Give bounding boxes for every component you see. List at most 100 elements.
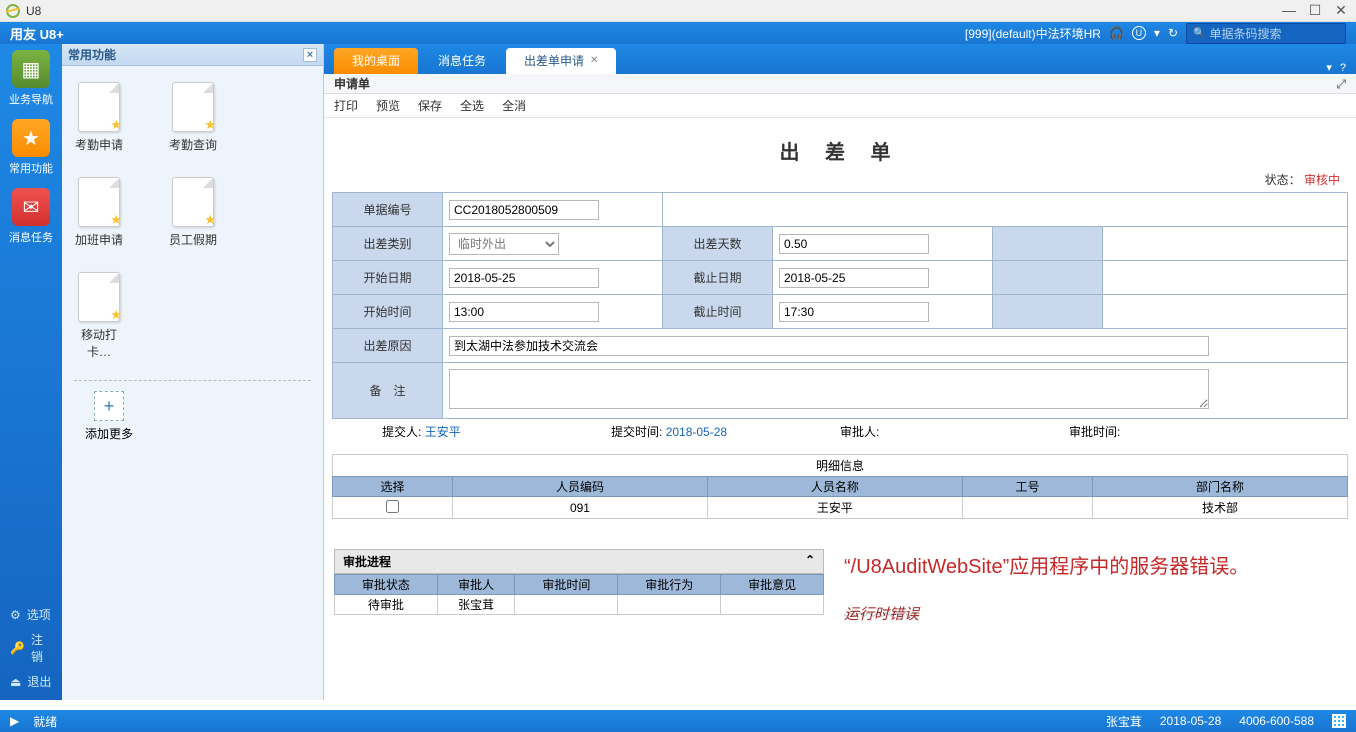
link-logout[interactable]: 🔑注销 bbox=[0, 627, 62, 669]
textarea-remark[interactable] bbox=[449, 369, 1209, 409]
close-icon[interactable]: ✕ bbox=[590, 48, 598, 74]
input-start-time[interactable] bbox=[449, 302, 599, 322]
nav-label: 消息任务 bbox=[7, 229, 55, 245]
app-employee-leave[interactable]: 员工假期 bbox=[164, 177, 222, 248]
submit-line: 提交人: 王安平 提交时间: 2018-05-28 审批人: 审批时间: bbox=[332, 419, 1348, 444]
collapse-icon[interactable]: ⌃ bbox=[805, 553, 815, 570]
nav-business[interactable]: ▦ 业务导航 bbox=[7, 50, 55, 107]
col-empno: 工号 bbox=[962, 477, 1092, 497]
divider bbox=[74, 380, 311, 381]
nav-label: 业务导航 bbox=[7, 91, 55, 107]
tb-select-all[interactable]: 全选 bbox=[460, 97, 484, 114]
add-more[interactable]: + 添加更多 bbox=[80, 391, 138, 442]
close-button[interactable]: ✕ bbox=[1332, 2, 1350, 19]
chevron-down-icon[interactable]: ▾ bbox=[1326, 61, 1332, 74]
plus-icon: + bbox=[94, 391, 124, 421]
tab-right-controls: ▾ ? bbox=[1326, 61, 1356, 74]
left-nav: ▦ 业务导航 ★ 常用功能 ✉ 消息任务 ⚙选项 🔑注销 ⏏退出 bbox=[0, 44, 62, 700]
val-submit-time: 2018-05-28 bbox=[666, 425, 727, 439]
minimize-button[interactable]: — bbox=[1280, 2, 1298, 19]
tab-trip-request[interactable]: 出差单申请✕ bbox=[506, 48, 616, 74]
app-attendance-apply[interactable]: 考勤申请 bbox=[70, 82, 128, 153]
input-trip-days[interactable] bbox=[779, 234, 929, 254]
collapse-icon[interactable]: ⤢ bbox=[1336, 74, 1346, 93]
approval-section: 审批进程 ⌃ 审批状态 审批人 审批时间 审批行为 审批意见 待审批 张宝茸 bbox=[332, 549, 1348, 628]
dropdown-icon[interactable]: ▾ bbox=[1154, 26, 1160, 40]
link-options[interactable]: ⚙选项 bbox=[0, 602, 62, 627]
status-user: 张宝茸 bbox=[1106, 713, 1142, 730]
input-doc-no[interactable] bbox=[449, 200, 599, 220]
ie-icon bbox=[6, 4, 20, 18]
tab-desktop[interactable]: 我的桌面 bbox=[334, 48, 418, 74]
error-pane: “/U8AuditWebSite”应用程序中的服务器错误。 运行时错误 bbox=[834, 549, 1346, 628]
status-bar: ▶ 就绪 张宝茸 2018-05-28 4006-600-588 bbox=[0, 710, 1356, 732]
app-overtime-apply[interactable]: 加班申请 bbox=[70, 177, 128, 248]
nav-common[interactable]: ★ 常用功能 bbox=[7, 119, 55, 176]
reload-icon[interactable]: ↻ bbox=[1168, 26, 1178, 40]
col-code: 人员编码 bbox=[453, 477, 708, 497]
nav-label: 常用功能 bbox=[7, 160, 55, 176]
doc-icon bbox=[78, 272, 120, 322]
barcode-search[interactable]: 单据条码搜索 bbox=[1186, 23, 1346, 44]
cell-name: 王安平 bbox=[707, 497, 962, 519]
lbl-start-date: 开始日期 bbox=[333, 261, 443, 295]
col-select: 选择 bbox=[333, 477, 453, 497]
detail-grid: 选择 人员编码 人员名称 工号 部门名称 091 王安平 技术部 bbox=[332, 476, 1348, 519]
refresh-icon[interactable]: U bbox=[1132, 26, 1146, 40]
input-reason[interactable] bbox=[449, 336, 1209, 356]
cell-code: 091 bbox=[453, 497, 708, 519]
tb-print[interactable]: 打印 bbox=[334, 97, 358, 114]
lbl-trip-type: 出差类别 bbox=[333, 227, 443, 261]
approval-panel: 审批进程 ⌃ 审批状态 审批人 审批时间 审批行为 审批意见 待审批 张宝茸 bbox=[334, 549, 824, 628]
col-dept: 部门名称 bbox=[1093, 477, 1348, 497]
doc-toolbar: 打印 预览 保存 全选 全消 bbox=[324, 94, 1356, 118]
star-icon: ★ bbox=[12, 119, 50, 157]
lbl-reason: 出差原因 bbox=[333, 329, 443, 363]
tb-save[interactable]: 保存 bbox=[418, 97, 442, 114]
detail-title: 明细信息 bbox=[332, 454, 1348, 476]
error-detail: 运行时错误 bbox=[844, 603, 1336, 624]
approval-header: 审批进程 ⌃ bbox=[334, 549, 824, 574]
app-mobile-punch[interactable]: 移动打卡… bbox=[70, 272, 128, 360]
doc-icon bbox=[78, 177, 120, 227]
select-trip-type[interactable]: 临时外出 bbox=[449, 233, 559, 255]
app-attendance-query[interactable]: 考勤查询 bbox=[164, 82, 222, 153]
sidebar-header: 常用功能 × bbox=[62, 44, 323, 66]
status-value: 审核中 bbox=[1304, 173, 1340, 187]
row-checkbox[interactable] bbox=[386, 500, 399, 513]
input-start-date[interactable] bbox=[449, 268, 599, 288]
error-heading: “/U8AuditWebSite”应用程序中的服务器错误。 bbox=[844, 553, 1336, 581]
val-submitter: 王安平 bbox=[425, 425, 461, 439]
gear-icon: ⚙ bbox=[10, 608, 21, 622]
lbl-end-time: 截止时间 bbox=[663, 295, 773, 329]
cell-empno bbox=[962, 497, 1092, 519]
status-line: 状态： 审核中 bbox=[332, 171, 1348, 188]
window-controls: — ☐ ✕ bbox=[1280, 2, 1350, 19]
link-exit[interactable]: ⏏退出 bbox=[0, 669, 62, 694]
lbl-start-time: 开始时间 bbox=[333, 295, 443, 329]
doc-icon bbox=[172, 82, 214, 132]
sidebar-close-icon[interactable]: × bbox=[303, 48, 317, 62]
play-icon[interactable]: ▶ bbox=[10, 714, 19, 728]
key-icon: 🔑 bbox=[10, 641, 25, 655]
qr-icon[interactable] bbox=[1332, 714, 1346, 728]
exit-icon: ⏏ bbox=[10, 675, 21, 689]
input-end-date[interactable] bbox=[779, 268, 929, 288]
help-icon[interactable]: ? bbox=[1340, 62, 1346, 74]
cell-dept: 技术部 bbox=[1093, 497, 1348, 519]
form-area: 出 差 单 状态： 审核中 单据编号 出差类别 临时外出 出差天数 开始日期 bbox=[324, 118, 1356, 636]
tb-preview[interactable]: 预览 bbox=[376, 97, 400, 114]
maximize-button[interactable]: ☐ bbox=[1306, 2, 1324, 19]
window-titlebar: U8 — ☐ ✕ bbox=[0, 0, 1356, 22]
status-ready: 就绪 bbox=[33, 713, 57, 730]
nav-messages[interactable]: ✉ 消息任务 bbox=[7, 188, 55, 245]
status-phone: 4006-600-588 bbox=[1239, 714, 1314, 728]
tb-deselect-all[interactable]: 全消 bbox=[502, 97, 526, 114]
main-area: 我的桌面 消息任务 出差单申请✕ ▾ ? 申请单 ⤢ 打印 预览 保存 全选 全… bbox=[324, 44, 1356, 700]
headset-icon[interactable]: 🎧 bbox=[1109, 26, 1124, 40]
doc-subtitle-bar: 申请单 ⤢ bbox=[324, 74, 1356, 94]
org-label: [999](default)中法环境HR bbox=[965, 25, 1101, 42]
input-end-time[interactable] bbox=[779, 302, 929, 322]
tab-messages[interactable]: 消息任务 bbox=[420, 48, 504, 74]
col-name: 人员名称 bbox=[707, 477, 962, 497]
